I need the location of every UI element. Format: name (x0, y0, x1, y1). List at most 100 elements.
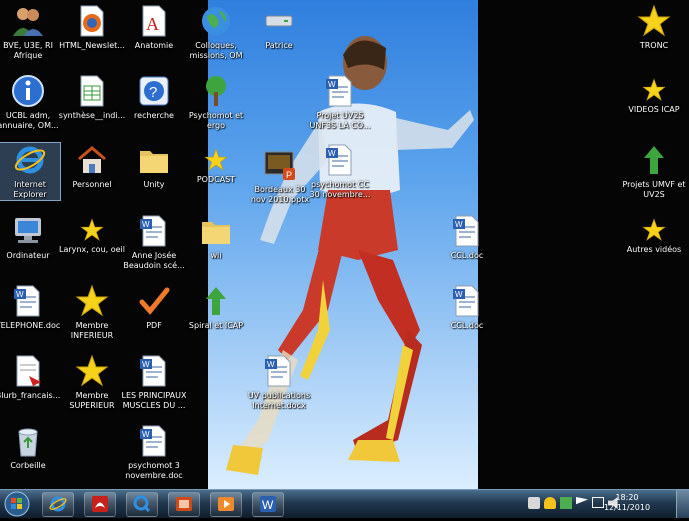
taskbar: W 18:20 12/11/2010 (0, 489, 689, 518)
taskbar-acrobat[interactable] (84, 492, 116, 517)
desktop-icon-ucbl[interactable]: UCBL adm, annuaire, OM... (0, 74, 62, 131)
desktop-icon-autres-videos[interactable]: Autres vidéos (620, 218, 688, 255)
desktop-icon-anne-josee[interactable]: W Anne Josée Beaudoin scé... (120, 214, 188, 271)
word-doc-icon: W (137, 424, 171, 458)
desktop-icon-ccl-2[interactable]: W CCL.doc (433, 284, 501, 331)
clock[interactable]: 18:20 12/11/2010 (599, 493, 655, 513)
desktop-icon-anatomie[interactable]: A Anatomie (120, 4, 188, 51)
desktop-icon-label: Internet Explorer (13, 180, 47, 199)
desktop-icon-psychomot-3[interactable]: W psychomot 3 novembre.doc (120, 424, 188, 481)
star-icon (642, 78, 666, 102)
show-desktop-button[interactable] (676, 490, 689, 518)
desktop-icon-label: wii (210, 251, 222, 260)
windows-logo-icon (4, 491, 30, 517)
help-icon: ? (137, 74, 171, 108)
desktop-icon-label: Blurb_francais... (0, 391, 61, 400)
desktop-icon-colloques[interactable]: Colloques, missions, OM (182, 4, 250, 61)
desktop-icon-spiral-icap[interactable]: Spiral et ICAP (182, 284, 250, 331)
desktop-icon-label: Unity (143, 180, 165, 189)
security-shield-icon[interactable] (544, 497, 556, 509)
users-icon (11, 4, 45, 38)
taskbar-quicktime[interactable] (126, 492, 158, 517)
action-center-flag-icon[interactable] (576, 497, 588, 505)
desktop-icon-recherche[interactable]: ? recherche (120, 74, 188, 121)
desktop-icon-patrice[interactable]: Patrice (245, 4, 313, 51)
desktop-icon-pdf[interactable]: PDF (120, 284, 188, 331)
desktop-icon-label: Projets UMVF et UV2S (622, 180, 686, 199)
svg-text:W: W (142, 220, 150, 229)
desktop-icon-label: TELEPHONE.doc (0, 321, 61, 330)
desktop-icon-label: Bordeaux 30 nov 2010.pptx (250, 185, 310, 204)
desktop-icon-blurb[interactable]: Blurb_francais... (0, 354, 62, 401)
desktop-icon-personnel[interactable]: Personnel (58, 143, 126, 190)
star-icon (642, 218, 666, 242)
word-doc-icon: W (11, 284, 45, 318)
taskbar-internet-explorer[interactable] (42, 492, 74, 517)
green-arrow-icon (637, 143, 671, 177)
network-icon[interactable] (560, 497, 572, 509)
desktop-icon-uv-publications[interactable]: W UV publications Internet.docx (245, 354, 313, 411)
desktop-icon-psychomot-ergo[interactable]: Psychomot et ergo (182, 74, 250, 131)
desktop-icon-ordinateur[interactable]: Ordinateur (0, 214, 62, 261)
star-icon (204, 148, 228, 172)
svg-text:W: W (328, 149, 336, 158)
star-icon (75, 284, 109, 318)
star-icon (637, 4, 671, 38)
desktop-icon-corbeille[interactable]: Corbeille (0, 424, 62, 471)
desktop-icon-label: HTML_Newslet... (59, 41, 125, 50)
desktop-icon-unity[interactable]: Unity (120, 143, 188, 190)
desktop-icon-ccl-1[interactable]: W CCL.doc (433, 214, 501, 261)
desktop-icon-label: recherche (134, 111, 174, 120)
start-button[interactable] (2, 491, 32, 517)
firefox-icon (75, 4, 109, 38)
tree-icon (199, 74, 233, 108)
desktop-icon-bve[interactable]: BVE, U3E, RI Afrique (0, 4, 62, 61)
taskbar-powerpoint[interactable] (168, 492, 200, 517)
desktop-icon-label: Anatomie (134, 41, 174, 50)
desktop-icon-psychomot-cc[interactable]: W psychomot CC 30 novembre... (306, 143, 374, 200)
desktop-icon-wii[interactable]: wii (182, 214, 250, 261)
desktop-icon-podcast[interactable]: PODCAST (182, 148, 250, 185)
home-icon (75, 143, 109, 177)
word-doc-icon: W (450, 284, 484, 318)
desktop-icon-synthese[interactable]: synthèse__indi... (58, 74, 126, 121)
taskbar-media-player[interactable] (210, 492, 242, 517)
desktop-icon-tronc[interactable]: TRONC (620, 4, 688, 51)
svg-text:W: W (328, 80, 336, 89)
document-a-icon: A (137, 4, 171, 38)
recycle-bin-icon (11, 424, 45, 458)
usb-icon[interactable] (528, 497, 540, 509)
desktop-icon-projets-umvf[interactable]: Projets UMVF et UV2S (620, 143, 688, 200)
desktop-icon-label: TRONC (639, 41, 669, 50)
desktop-icon-label: PDF (146, 321, 162, 330)
svg-text:W: W (16, 290, 24, 299)
word-doc-icon: W (323, 74, 357, 108)
desktop-icon-membre-inferieur[interactable]: Membre INFERIEUR (58, 284, 126, 341)
desktop-icon-label: Larynx, cou, oeil (59, 245, 125, 254)
desktop-icon-projet-uv2s[interactable]: W Projet UV2S UNF3S LA CO... (306, 74, 374, 131)
desktop-icon-label: CCL.doc (450, 251, 484, 260)
word-doc-icon: W (323, 143, 357, 177)
desktop-icon-label: Patrice (265, 41, 293, 50)
desktop-icon-html-newsletter[interactable]: HTML_Newslet... (58, 4, 126, 51)
ie-icon (13, 143, 47, 177)
desktop-icon-membre-superieur[interactable]: Membre SUPERIEUR (58, 354, 126, 411)
svg-text:W: W (262, 498, 274, 512)
word-doc-icon: W (137, 214, 171, 248)
desktop-icon-principaux-muscles[interactable]: W LES PRINCIPAUX MUSCLES DU ... (120, 354, 188, 411)
desktop-icon-videos-icap[interactable]: VIDEOS ICAP (620, 78, 688, 115)
desktop-icon-label: CCL.doc (450, 321, 484, 330)
ie-icon (49, 496, 67, 512)
taskbar-word[interactable]: W (252, 492, 284, 517)
clock-date: 12/11/2010 (603, 503, 651, 512)
acrobat-icon (92, 496, 108, 512)
computer-icon (11, 214, 45, 248)
desktop-icon-bordeaux-pptx[interactable]: P Bordeaux 30 nov 2010.pptx (246, 148, 314, 205)
desktop-icon-internet-explorer[interactable]: Internet Explorer (0, 142, 61, 201)
drive-icon (262, 4, 296, 38)
desktop-icon-telephone[interactable]: W TELEPHONE.doc (0, 284, 62, 331)
green-arrow-icon (199, 284, 233, 318)
info-icon (11, 74, 45, 108)
pptx-icon: P (263, 148, 297, 182)
desktop-icon-larynx[interactable]: Larynx, cou, oeil (58, 218, 126, 255)
